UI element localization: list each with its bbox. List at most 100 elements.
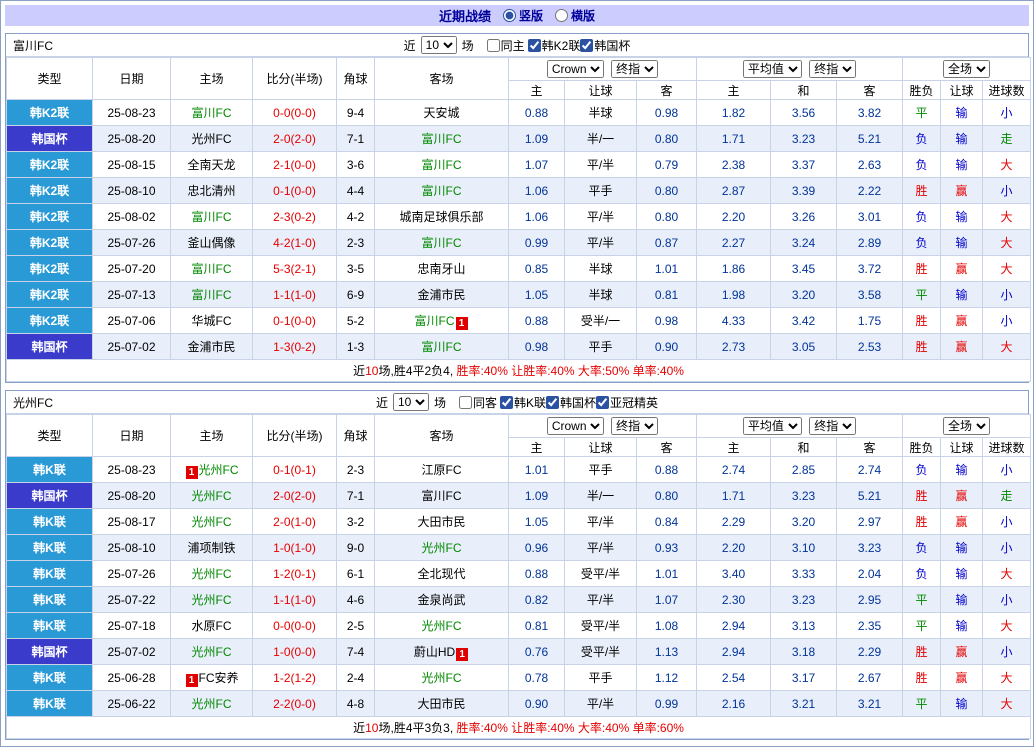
avg-away-cell: 5.21 <box>837 483 903 509</box>
avg-away-cell: 3.58 <box>837 282 903 308</box>
scope-select[interactable]: 全场 <box>943 417 990 435</box>
league-filter-checkbox-input[interactable] <box>596 396 609 409</box>
match-date-cell: 25-07-20 <box>93 256 171 282</box>
avg-away-cell: 2.67 <box>837 665 903 691</box>
odds-time-select[interactable]: 终指 <box>611 60 658 78</box>
odds-time-select[interactable]: 终指 <box>611 417 658 435</box>
avg-away-cell: 5.21 <box>837 126 903 152</box>
match-row: 韩K2联25-07-20富川FC5-3(2-1)3-5忠南牙山0.85半球1.0… <box>7 256 1031 282</box>
result-cell: 胜 <box>903 256 941 282</box>
team-name-text: 浦项制铁 <box>187 541 235 555</box>
home-team-cell: 富川FC <box>171 282 253 308</box>
avg-time-select[interactable]: 终指 <box>809 417 856 435</box>
handicap-cell: 平/半 <box>565 535 637 561</box>
avg-home-cell: 2.74 <box>697 457 771 483</box>
goals-result-cell: 小 <box>983 535 1031 561</box>
handicap-cell: 受平/半 <box>565 613 637 639</box>
avg-home-cell: 2.54 <box>697 665 771 691</box>
col-home: 主场 <box>171 415 253 457</box>
home-team-cell: 釜山偶像 <box>171 230 253 256</box>
team-name-text: 金浦市民 <box>417 288 465 302</box>
handicap-result-cell: 输 <box>941 100 983 126</box>
away-odds-cell: 0.84 <box>637 509 697 535</box>
avg-home-cell: 1.82 <box>697 100 771 126</box>
avg-draw-cell: 3.20 <box>771 509 837 535</box>
horizontal-radio-input[interactable] <box>555 9 568 22</box>
handicap-result-cell: 赢 <box>941 308 983 334</box>
team-name-text: 光州FC <box>422 671 462 685</box>
home-team-cell: 光州FC <box>171 691 253 717</box>
score-cell: 0-1(0-0) <box>253 178 337 204</box>
same-venue-checkbox[interactable]: 同主 <box>487 37 525 54</box>
vertical-radio-label: 竖版 <box>519 7 543 24</box>
result-cell: 负 <box>903 152 941 178</box>
league-type-cell: 韩K联 <box>7 613 93 639</box>
team-name-text: 光州FC <box>192 132 232 146</box>
league-filter-checkbox[interactable]: 韩K联 <box>500 394 546 411</box>
match-row: 韩K联25-08-17光州FC2-0(1-0)3-2大田市民1.05平/半0.8… <box>7 509 1031 535</box>
goals-result-cell: 大 <box>983 665 1031 691</box>
col-goals-result: 进球数 <box>983 81 1031 100</box>
same-venue-checkbox-input[interactable] <box>459 396 472 409</box>
handicap-cell: 半/一 <box>565 126 637 152</box>
avg-source-select[interactable]: 平均值 <box>743 417 802 435</box>
league-filter-checkbox-input[interactable] <box>528 39 541 52</box>
scope-select-cell: 全场 <box>903 58 1031 81</box>
result-cell: 胜 <box>903 308 941 334</box>
topbar: 近期战绩 竖版 横版 <box>5 5 1029 26</box>
avg-time-select[interactable]: 终指 <box>809 60 856 78</box>
same-venue-checkbox[interactable]: 同客 <box>459 394 497 411</box>
odds-company-select[interactable]: Crown <box>547 60 604 78</box>
team-name-text: 全北现代 <box>417 567 465 581</box>
col-odds-away: 客 <box>637 438 697 457</box>
match-row: 韩国杯25-07-02金浦市民1-3(0-2)1-3富川FC0.98平手0.90… <box>7 334 1031 360</box>
home-odds-cell: 0.96 <box>509 535 565 561</box>
summary-segment: 近 <box>353 721 365 735</box>
layout-radio-horizontal[interactable]: 横版 <box>555 7 595 24</box>
away-team-cell: 城南足球俱乐部 <box>375 204 509 230</box>
result-cell: 胜 <box>903 483 941 509</box>
home-odds-cell: 1.09 <box>509 126 565 152</box>
vertical-radio-input[interactable] <box>503 9 516 22</box>
avg-away-cell: 3.23 <box>837 535 903 561</box>
result-cell: 平 <box>903 587 941 613</box>
league-filter-checkbox[interactable]: 亚冠精英 <box>596 394 658 411</box>
goals-result-cell: 小 <box>983 457 1031 483</box>
team-name-text: 华城FC <box>192 314 232 328</box>
league-filter-checkbox-input[interactable] <box>500 396 513 409</box>
col-goals-result: 进球数 <box>983 438 1031 457</box>
filter-controls: 近 10 场 同主 韩K2联韩国杯 <box>404 36 631 54</box>
team-name-text: 富川FC <box>192 288 232 302</box>
near-label: 近 <box>404 37 416 54</box>
team-name-text: 蔚山HD <box>414 645 455 659</box>
league-filter-checkbox-input[interactable] <box>580 39 593 52</box>
away-team-cell: 富川FC <box>375 334 509 360</box>
col-odds-away: 客 <box>637 81 697 100</box>
recent-count-select[interactable]: 10 <box>421 36 457 54</box>
league-type-cell: 韩K联 <box>7 665 93 691</box>
avg-draw-cell: 3.05 <box>771 334 837 360</box>
league-filter-group: 韩K联韩国杯亚冠精英 <box>500 394 658 411</box>
league-filter-checkbox-input[interactable] <box>546 396 559 409</box>
home-team-cell: 金浦市民 <box>171 334 253 360</box>
odds-company-select[interactable]: Crown <box>547 417 604 435</box>
goals-result-cell: 小 <box>983 509 1031 535</box>
recent-count-select[interactable]: 10 <box>393 393 429 411</box>
league-filter-label: 韩国杯 <box>594 37 630 54</box>
team-name-text: 釜山偶像 <box>187 236 235 250</box>
score-cell: 0-1(0-0) <box>253 308 337 334</box>
match-date-cell: 25-07-18 <box>93 613 171 639</box>
league-filter-checkbox[interactable]: 韩国杯 <box>546 394 596 411</box>
same-venue-checkbox-input[interactable] <box>487 39 500 52</box>
league-filter-checkbox[interactable]: 韩K2联 <box>528 37 581 54</box>
avg-home-cell: 2.87 <box>697 178 771 204</box>
avg-source-select[interactable]: 平均值 <box>743 60 802 78</box>
avg-away-cell: 3.21 <box>837 691 903 717</box>
league-filter-checkbox[interactable]: 韩国杯 <box>580 37 630 54</box>
layout-radio-vertical[interactable]: 竖版 <box>503 7 543 24</box>
scope-select[interactable]: 全场 <box>943 60 990 78</box>
result-cell: 负 <box>903 457 941 483</box>
goals-result-cell: 大 <box>983 256 1031 282</box>
match-date-cell: 25-08-20 <box>93 126 171 152</box>
avg-draw-cell: 3.33 <box>771 561 837 587</box>
